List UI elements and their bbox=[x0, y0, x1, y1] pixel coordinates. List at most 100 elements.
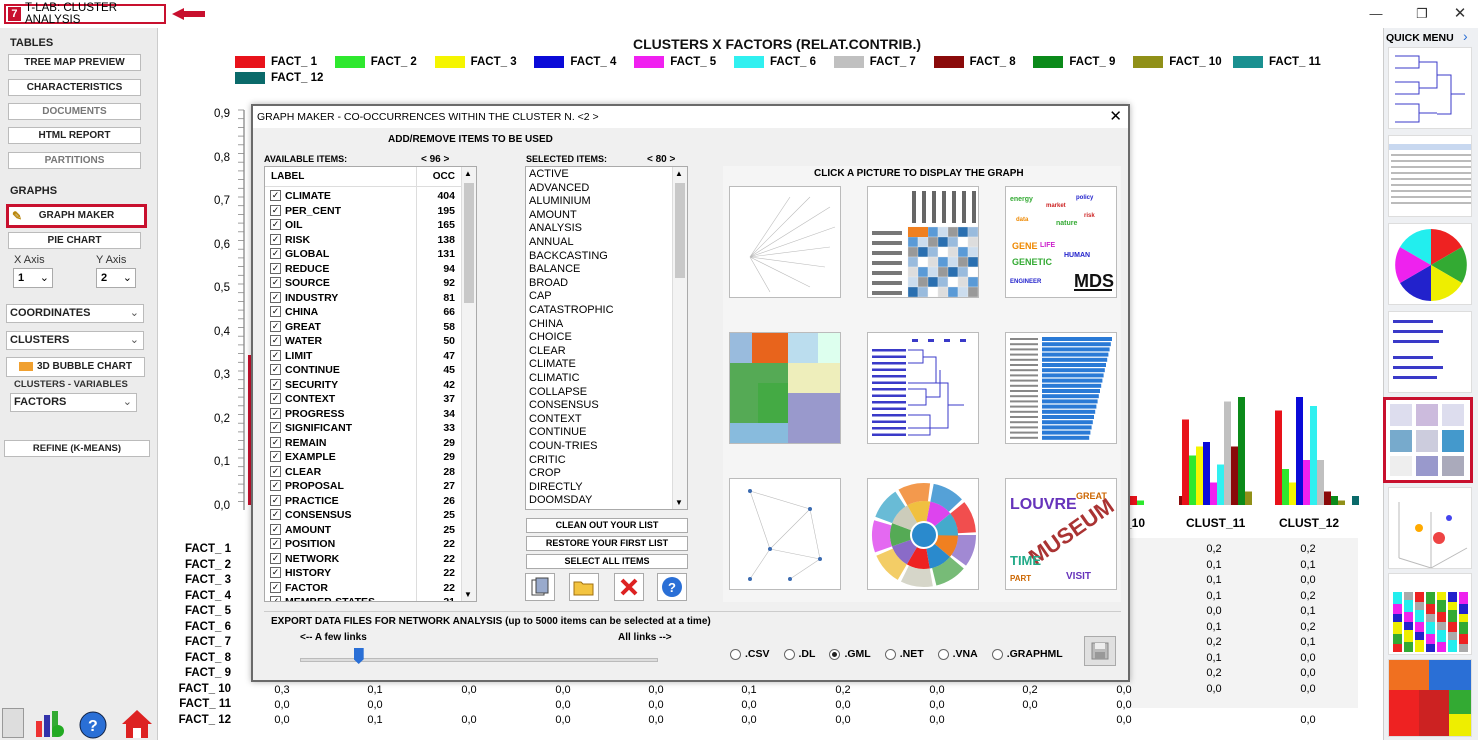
dialog-help-button[interactable]: ? bbox=[657, 573, 687, 601]
selected-list-item[interactable]: CAP bbox=[529, 290, 552, 304]
available-list-item[interactable]: ✓ FACTOR 22 bbox=[265, 581, 461, 596]
dialog-close-icon[interactable]: ✕ bbox=[1109, 108, 1122, 126]
partitions-button[interactable]: PARTITIONS bbox=[8, 152, 141, 169]
radio-circle[interactable] bbox=[783, 648, 795, 660]
restore-list-button[interactable]: RESTORE YOUR FIRST LIST bbox=[526, 536, 688, 551]
available-list-item[interactable]: ✓ MEMBER-STATES 21 bbox=[265, 595, 461, 601]
available-list-item[interactable]: ✓ CONSENSUS 25 bbox=[265, 508, 461, 523]
item-checkbox[interactable]: ✓ bbox=[270, 596, 281, 601]
item-checkbox[interactable]: ✓ bbox=[270, 219, 281, 230]
available-list-item[interactable]: ✓ REMAIN 29 bbox=[265, 436, 461, 451]
scroll-thumb[interactable] bbox=[675, 183, 685, 278]
selected-list-item[interactable]: CROP bbox=[529, 467, 561, 481]
scroll-thumb[interactable] bbox=[464, 183, 474, 303]
available-list-item[interactable]: ✓ HISTORY 22 bbox=[265, 566, 461, 581]
scroll-up-icon[interactable]: ▲ bbox=[464, 169, 472, 178]
scroll-up-icon[interactable]: ▲ bbox=[675, 169, 683, 178]
available-list-item[interactable]: ✓ SECURITY 42 bbox=[265, 378, 461, 393]
available-list-item[interactable]: ✓ OIL 165 bbox=[265, 218, 461, 233]
coordinates-dropdown[interactable]: COORDINATES ⌄ bbox=[6, 304, 144, 323]
available-list-item[interactable]: ✓ CONTEXT 37 bbox=[265, 392, 461, 407]
thumb-pie[interactable] bbox=[1388, 223, 1472, 305]
graph-pic-radial[interactable] bbox=[729, 186, 841, 298]
selected-list-item[interactable]: AMOUNT bbox=[529, 209, 577, 223]
radio-circle[interactable] bbox=[829, 648, 841, 660]
available-list-item[interactable]: ✓ GLOBAL 131 bbox=[265, 247, 461, 262]
item-checkbox[interactable]: ✓ bbox=[270, 190, 281, 201]
save-export-button[interactable] bbox=[1084, 636, 1116, 666]
available-list-item[interactable]: ✓ REDUCE 94 bbox=[265, 262, 461, 277]
item-checkbox[interactable]: ✓ bbox=[270, 291, 281, 303]
item-checkbox[interactable]: ✓ bbox=[270, 523, 281, 535]
selected-list-item[interactable]: CHINA bbox=[529, 318, 563, 332]
item-checkbox[interactable]: ✓ bbox=[270, 262, 281, 274]
available-list-item[interactable]: ✓ SOURCE 92 bbox=[265, 276, 461, 291]
3d-bubble-chart-button[interactable]: 3D BUBBLE CHART bbox=[6, 357, 145, 377]
item-checkbox[interactable]: ✓ bbox=[270, 509, 281, 520]
item-checkbox[interactable]: ✓ bbox=[270, 407, 281, 419]
item-checkbox[interactable]: ✓ bbox=[270, 480, 281, 491]
selected-list-item[interactable]: CRITIC bbox=[529, 454, 566, 468]
open-folder-button[interactable] bbox=[569, 573, 599, 601]
selected-list-item[interactable]: ANALYSIS bbox=[529, 222, 582, 236]
available-scrollbar[interactable]: ▲ ▼ bbox=[461, 167, 476, 601]
minimize-button[interactable]: — bbox=[1366, 6, 1386, 21]
selected-items-list[interactable]: ACTIVE ADVANCED ALUMINIUM AMOUNT ANALYSIS ANN… bbox=[525, 166, 688, 510]
delete-button[interactable] bbox=[614, 573, 644, 601]
refine-kmeans-button[interactable]: REFINE (K-MEANS) bbox=[4, 440, 150, 457]
selected-list-item[interactable]: CONTEXT bbox=[529, 413, 582, 427]
item-checkbox[interactable]: ✓ bbox=[270, 567, 281, 578]
format-radio[interactable]: .GRAPHML bbox=[991, 648, 1063, 660]
selected-list-item[interactable]: CLEAR bbox=[529, 345, 566, 359]
radio-circle[interactable] bbox=[884, 648, 896, 660]
y-axis-select[interactable]: 2 ⌄ bbox=[96, 268, 136, 288]
available-list-item[interactable]: ✓ RISK 138 bbox=[265, 233, 461, 248]
available-list-item[interactable]: ✓ NETWORK 22 bbox=[265, 552, 461, 567]
available-list-item[interactable]: ✓ PRACTICE 26 bbox=[265, 494, 461, 509]
selected-list-item[interactable]: CATASTROPHIC bbox=[529, 304, 614, 318]
item-checkbox[interactable]: ✓ bbox=[270, 335, 281, 346]
chevron-right-icon[interactable]: › bbox=[1463, 28, 1468, 44]
item-checkbox[interactable]: ✓ bbox=[270, 552, 281, 564]
selected-list-item[interactable]: BALANCE bbox=[529, 263, 580, 277]
html-report-button[interactable]: HTML REPORT bbox=[8, 127, 141, 144]
available-list-item[interactable]: ✓ PROPOSAL 27 bbox=[265, 479, 461, 494]
item-checkbox[interactable]: ✓ bbox=[270, 422, 281, 433]
item-checkbox[interactable]: ✓ bbox=[270, 248, 281, 259]
graph-maker-button[interactable]: ✎ GRAPH MAKER bbox=[6, 204, 147, 228]
thumb-graph-maker-selected[interactable] bbox=[1383, 397, 1473, 483]
copy-button[interactable] bbox=[525, 573, 555, 601]
thumb-treemap[interactable] bbox=[1388, 659, 1472, 737]
select-all-button[interactable]: SELECT ALL ITEMS bbox=[526, 554, 688, 569]
item-checkbox[interactable]: ✓ bbox=[270, 204, 281, 216]
tree-map-preview-button[interactable]: TREE MAP PREVIEW bbox=[8, 54, 141, 71]
selected-list-item[interactable]: COUN-TRIES bbox=[529, 440, 597, 454]
selected-list-item[interactable]: CLIMATIC bbox=[529, 372, 580, 386]
selected-list-item[interactable]: CHOICE bbox=[529, 331, 572, 345]
available-list-item[interactable]: ✓ PROGRESS 34 bbox=[265, 407, 461, 422]
item-checkbox[interactable]: ✓ bbox=[270, 465, 281, 477]
available-list-item[interactable]: ✓ PER_CENT 195 bbox=[265, 204, 461, 219]
radio-circle[interactable] bbox=[730, 648, 741, 660]
item-checkbox[interactable]: ✓ bbox=[270, 306, 281, 317]
chart-check-icon[interactable] bbox=[34, 709, 66, 739]
item-checkbox[interactable]: ✓ bbox=[270, 451, 281, 462]
scroll-down-icon[interactable]: ▼ bbox=[675, 498, 683, 507]
item-checkbox[interactable]: ✓ bbox=[270, 320, 281, 332]
format-radio[interactable]: .CSV bbox=[730, 648, 770, 660]
item-checkbox[interactable]: ✓ bbox=[270, 233, 281, 245]
item-checkbox[interactable]: ✓ bbox=[270, 538, 281, 549]
item-checkbox[interactable]: ✓ bbox=[270, 349, 281, 361]
graph-pic-wordcloud[interactable]: LOUVRE MUSEUM GREAT TIME VISIT PART bbox=[1005, 478, 1117, 590]
available-list-item[interactable]: ✓ CHINA 66 bbox=[265, 305, 461, 320]
item-checkbox[interactable]: ✓ bbox=[270, 494, 281, 506]
selected-list-item[interactable]: ALUMINIUM bbox=[529, 195, 591, 209]
document-icon[interactable] bbox=[2, 708, 24, 738]
thumb-table[interactable] bbox=[1388, 135, 1472, 217]
selected-scrollbar[interactable]: ▲ ▼ bbox=[672, 167, 687, 509]
selected-list-item[interactable]: ACTIVE bbox=[529, 168, 569, 182]
available-list-item[interactable]: ✓ CLEAR 28 bbox=[265, 465, 461, 480]
graph-pic-mds[interactable]: energy market policy data nature risk GENE LI… bbox=[1005, 186, 1117, 298]
thumb-3d-bubble[interactable] bbox=[1388, 487, 1472, 569]
selected-list-item[interactable]: BACKCASTING bbox=[529, 250, 608, 264]
